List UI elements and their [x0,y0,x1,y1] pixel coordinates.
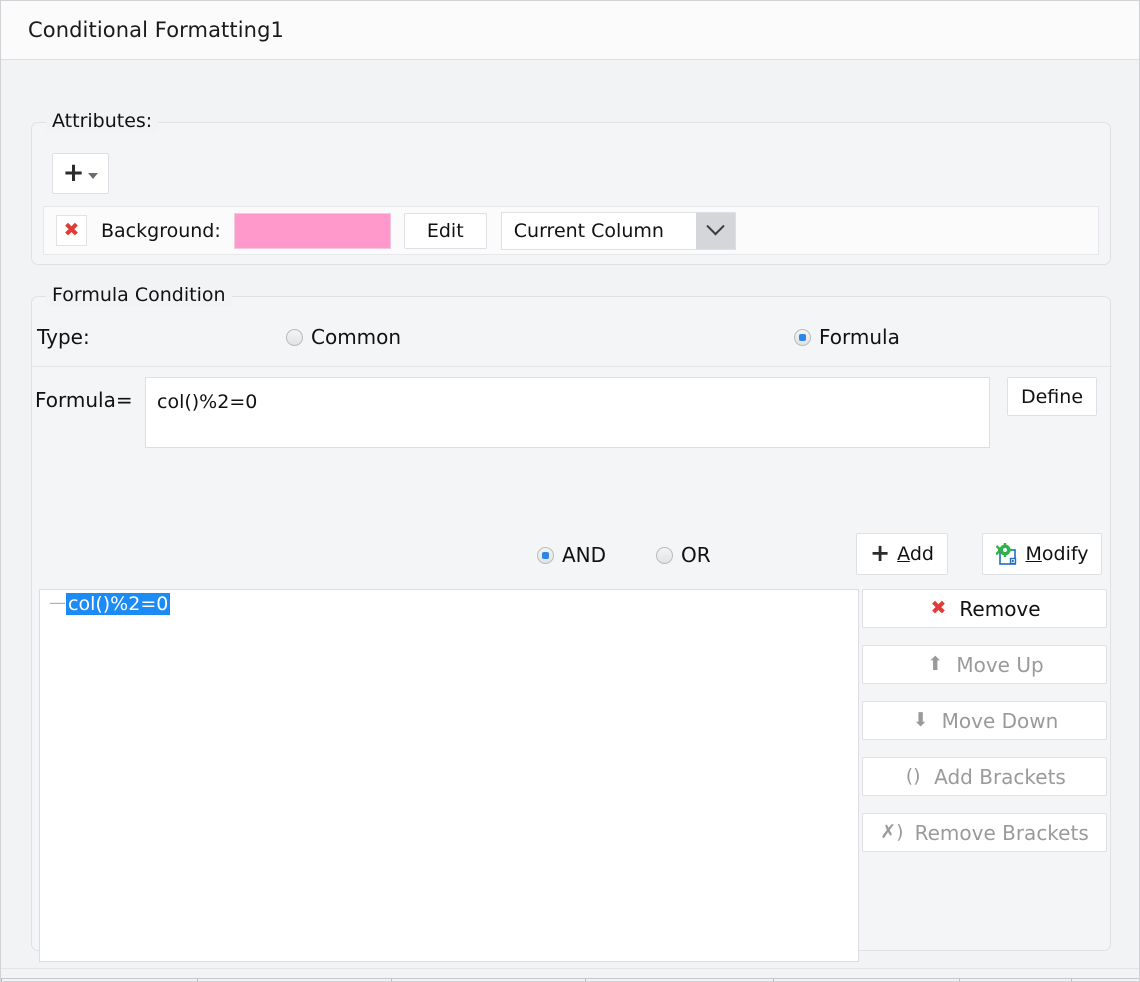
move-up-label: Move Up [956,652,1044,677]
move-up-button[interactable]: ⬆ Move Up [862,645,1107,684]
gear-settings-icon [994,543,1019,565]
add-attribute-button[interactable]: + [52,153,109,194]
attributes-group: Attributes: + ✖ Background: Edit Current… [31,110,1111,265]
radio-type-formula[interactable]: Formula [794,325,900,349]
bottom-toolbar-strip [1,968,1139,981]
radio-icon-and [537,546,554,564]
scope-combobox-value: Current Column [513,219,664,242]
condition-side-buttons: ✖ Remove ⬆ Move Up ⬇ Move Down () Add Br… [862,589,1107,869]
add-condition-label: Add [897,543,934,565]
tree-item-label: col()%2=0 [66,592,171,615]
red-x-icon: ✖ [930,597,947,619]
formula-condition-group-label: Formula Condition [46,284,232,306]
modify-condition-label: Modify [1026,543,1089,565]
remove-brackets-button[interactable]: ✗) Remove Brackets [862,813,1107,852]
radio-label-formula: Formula [819,325,900,349]
remove-condition-label: Remove [959,596,1041,621]
chevron-down-icon[interactable] [695,212,735,249]
radio-type-common[interactable]: Common [286,325,401,349]
attribute-row: ✖ Background: Edit Current Column [43,206,1099,255]
red-x-icon: ✖ [63,219,80,241]
condition-toolbar: AND OR + Add Modify [32,527,1112,582]
modify-mnemonic: M [1025,543,1042,565]
radio-label-or: OR [681,543,711,567]
background-color-swatch[interactable] [233,212,391,249]
modify-condition-button[interactable]: Modify [982,533,1102,575]
remove-brackets-icon: ✗) [880,821,904,843]
formula-row: Formula= Define [32,368,1112,468]
add-rest: dd [909,543,934,565]
bottom-strip-segment [391,978,586,981]
remove-condition-button[interactable]: ✖ Remove [862,589,1107,628]
formula-condition-group: Formula Condition Type: Common Formula F… [31,284,1112,962]
bottom-strip-segment [1,978,198,981]
remove-attribute-button[interactable]: ✖ [56,215,87,246]
type-label: Type: [37,325,90,349]
radio-logic-and[interactable]: AND [537,543,606,567]
bottom-strip-segment [1071,978,1139,981]
move-down-label: Move Down [941,708,1059,733]
bottom-strip-segment [585,978,774,981]
add-condition-button[interactable]: + Add [856,533,948,575]
radio-label-and: AND [562,543,607,567]
caret-down-icon [88,172,99,179]
radio-icon-formula [794,328,811,346]
conditional-formatting-dialog: Conditional Formatting1 Attributes: + ✖ … [0,0,1140,982]
modify-rest: odify [1041,543,1089,565]
formula-input[interactable] [145,377,990,448]
radio-label-common: Common [311,325,402,349]
bottom-strip-segment [197,978,392,981]
attribute-label: Background: [101,219,221,242]
plus-icon: + [62,157,85,188]
dialog-body: Attributes: + ✖ Background: Edit Current… [1,60,1139,968]
attributes-group-label: Attributes: [46,110,159,132]
radio-icon-or [656,546,673,564]
tree-expand-handle-icon[interactable]: — [49,595,66,612]
arrow-up-icon: ⬆ [927,653,944,675]
add-brackets-button[interactable]: () Add Brackets [862,757,1107,796]
radio-icon-common [286,328,303,346]
dialog-titlebar: Conditional Formatting1 [1,1,1139,60]
scope-combobox[interactable]: Current Column [500,211,736,250]
bottom-strip-segment [773,978,960,981]
tree-item[interactable]: — col()%2=0 [40,590,858,617]
brackets-icon: () [905,765,921,787]
move-down-button[interactable]: ⬇ Move Down [862,701,1107,740]
remove-brackets-label: Remove Brackets [914,820,1089,845]
radio-logic-or[interactable]: OR [656,543,711,567]
edit-color-button[interactable]: Edit [403,212,487,249]
bottom-strip-segment [959,978,1072,981]
add-brackets-label: Add Brackets [934,764,1066,789]
define-button[interactable]: Define [1007,377,1097,416]
arrow-down-icon: ⬇ [912,709,929,731]
add-mnemonic: A [897,543,910,565]
plus-icon: + [870,539,891,567]
type-row: Type: Common Formula [32,309,1112,367]
dialog-title: Conditional Formatting1 [28,18,284,42]
formula-label: Formula= [35,388,133,412]
condition-tree[interactable]: — col()%2=0 [39,589,859,962]
